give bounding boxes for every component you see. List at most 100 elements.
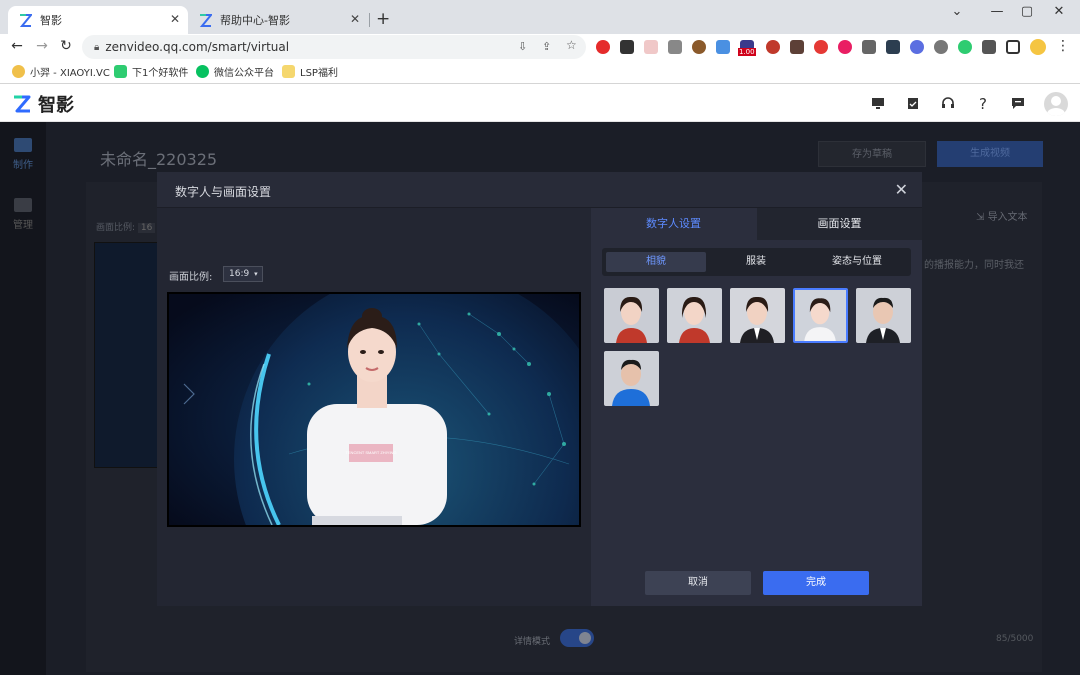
maximize-icon[interactable]: ▢ — [1012, 4, 1042, 19]
bookmark-label: 微信公众平台 — [214, 68, 274, 79]
bookmark-item[interactable]: 下1个好软件 — [114, 64, 188, 79]
forward-arrow-icon[interactable]: → — [33, 38, 51, 54]
extension-icon[interactable] — [814, 40, 828, 54]
extension-icon[interactable] — [668, 40, 682, 54]
cancel-button[interactable]: 取消 — [645, 571, 751, 595]
extension-icon[interactable] — [766, 40, 780, 54]
extension-icon[interactable] — [620, 40, 634, 54]
detail-mode-label: 详情模式 — [514, 637, 551, 647]
sidebar-item-manage[interactable]: 管理 — [0, 198, 46, 231]
close-window-icon[interactable]: ✕ — [1044, 4, 1074, 19]
avatar-option[interactable] — [604, 288, 659, 343]
tab-close-icon[interactable]: ✕ — [170, 12, 180, 26]
ratio-label-bg: 画面比例: 16 — [96, 220, 156, 233]
lock-icon: 🔒︎ — [94, 41, 100, 53]
browser-tabbar: 智影 ✕ 帮助中心-智影 ✕ + ⌄ — ▢ ✕ — [0, 0, 1080, 34]
tab-digital-human-settings[interactable]: 数字人设置 — [591, 208, 756, 240]
import-text-button[interactable]: ⇲ 导入文本 — [976, 208, 1028, 223]
share-icon[interactable]: ⇪ — [542, 40, 551, 53]
bookmark-star-icon[interactable]: ☆ — [566, 38, 577, 52]
zhiying-logo-icon — [14, 95, 31, 113]
chevron-down-icon: ▾ — [254, 270, 258, 278]
install-app-icon[interactable]: ⇩ — [518, 40, 527, 53]
help-question-icon[interactable]: ? — [975, 96, 991, 112]
app-logo[interactable]: 智影 — [12, 91, 74, 117]
manage-icon — [14, 198, 32, 212]
avatar-option[interactable] — [667, 288, 722, 343]
tab-search-chevron-icon[interactable]: ⌄ — [942, 4, 972, 19]
opera-extension-icon[interactable] — [596, 40, 610, 54]
avatar-option-selected[interactable] — [793, 288, 848, 343]
script-text: 的播报能力，同时我还 — [924, 260, 1024, 271]
puzzle-extensions-icon[interactable] — [982, 40, 996, 54]
app-header: 智影 ? — [0, 84, 1080, 122]
sidebar-item-label: 管理 — [13, 220, 33, 231]
canvas-preview-bg — [94, 242, 164, 468]
avatar-option[interactable] — [856, 288, 911, 343]
extension-icon[interactable] — [644, 40, 658, 54]
ratio-label: 画面比例: — [169, 272, 213, 283]
bookmark-item[interactable]: 微信公众平台 — [196, 64, 274, 79]
image-extension-icon[interactable] — [716, 40, 730, 54]
sidepanel-icon[interactable] — [1006, 40, 1020, 54]
url-text: zenvideo.qq.com/smart/virtual — [105, 40, 290, 54]
detail-mode-toggle[interactable] — [560, 629, 594, 647]
bookmarks-bar: 小羿 - XIAOYI.VC 下1个好软件 微信公众平台 LSP福利 — [0, 60, 1080, 84]
bookmark-item[interactable]: LSP福利 — [282, 64, 338, 79]
browser-tab-zhiying[interactable]: 智影 ✕ — [8, 6, 188, 34]
new-tab-icon[interactable]: + — [376, 9, 390, 29]
zhiying-favicon-icon — [198, 13, 212, 27]
logo-text: 智影 — [38, 95, 74, 116]
extension-icon[interactable] — [838, 40, 852, 54]
bookmark-label: 小羿 - XIAOYI.VC — [30, 68, 110, 79]
extension-icon[interactable] — [958, 40, 972, 54]
video-make-icon — [14, 138, 32, 152]
browser-tab-help[interactable]: 帮助中心-智影 ✕ — [188, 6, 368, 34]
message-icon[interactable] — [1010, 96, 1026, 112]
avatar-option[interactable] — [604, 351, 659, 406]
subtab-clothing[interactable]: 服装 — [706, 252, 806, 272]
minimize-icon[interactable]: — — [982, 4, 1012, 19]
monitor-icon[interactable] — [870, 96, 886, 112]
profile-avatar[interactable] — [1030, 39, 1046, 55]
generate-video-button[interactable]: 生成视频 — [937, 141, 1043, 167]
more-menu-icon[interactable]: ⋮ — [1054, 38, 1072, 54]
extension-icon[interactable] — [886, 40, 900, 54]
extension-badge: 1.00 — [738, 48, 756, 56]
save-draft-button[interactable]: 存为草稿 — [818, 141, 926, 167]
import-icon: ⇲ — [976, 212, 988, 223]
reload-icon[interactable]: ↻ — [57, 38, 75, 54]
extension-icon[interactable] — [910, 40, 924, 54]
document-title[interactable]: 未命名_220325 — [100, 146, 217, 170]
char-count: 85/5000 — [996, 634, 1034, 644]
sidebar-item-make[interactable]: 制作 — [0, 138, 46, 171]
settings-panel: 数字人设置 画面设置 相貌 服装 姿态与位置 取消 完成 — [591, 208, 922, 606]
extension-icon[interactable] — [692, 40, 706, 54]
bookmark-item[interactable]: 小羿 - XIAOYI.VC — [12, 64, 110, 79]
clipboard-icon[interactable] — [905, 96, 921, 112]
extension-icon[interactable] — [934, 40, 948, 54]
app-icon — [114, 65, 127, 78]
subtab-appearance[interactable]: 相貌 — [606, 252, 706, 272]
close-icon[interactable]: ✕ — [895, 180, 908, 199]
preview-scene: TENCENT SMART ZHIYING — [169, 294, 579, 525]
subtab-pose-position[interactable]: 姿态与位置 — [807, 252, 907, 272]
extension-icon[interactable] — [790, 40, 804, 54]
address-bar[interactable]: 🔒︎ zenvideo.qq.com/smart/virtual ⇩ ⇪ ☆ — [82, 35, 586, 59]
extension-icon[interactable] — [862, 40, 876, 54]
done-button[interactable]: 完成 — [763, 571, 869, 595]
modal-header: 数字人与画面设置 ✕ — [157, 172, 922, 208]
tab-canvas-settings[interactable]: 画面设置 — [757, 208, 922, 240]
tab-close-icon[interactable]: ✕ — [350, 12, 360, 26]
headset-icon[interactable] — [940, 96, 956, 112]
user-avatar[interactable] — [1044, 92, 1068, 116]
avatar-option[interactable] — [730, 288, 785, 343]
ratio-select[interactable]: 16:9 ▾ — [223, 266, 263, 282]
modal-title: 数字人与画面设置 — [175, 185, 272, 199]
back-arrow-icon[interactable]: ← — [8, 38, 26, 54]
video-preview: TENCENT SMART ZHIYING — [167, 292, 581, 527]
tab-title: 帮助中心-智影 — [220, 14, 290, 27]
avatar-icon — [12, 65, 25, 78]
shirt-logo-text: TENCENT SMART ZHIYING — [345, 450, 396, 455]
wechat-icon — [196, 65, 209, 78]
